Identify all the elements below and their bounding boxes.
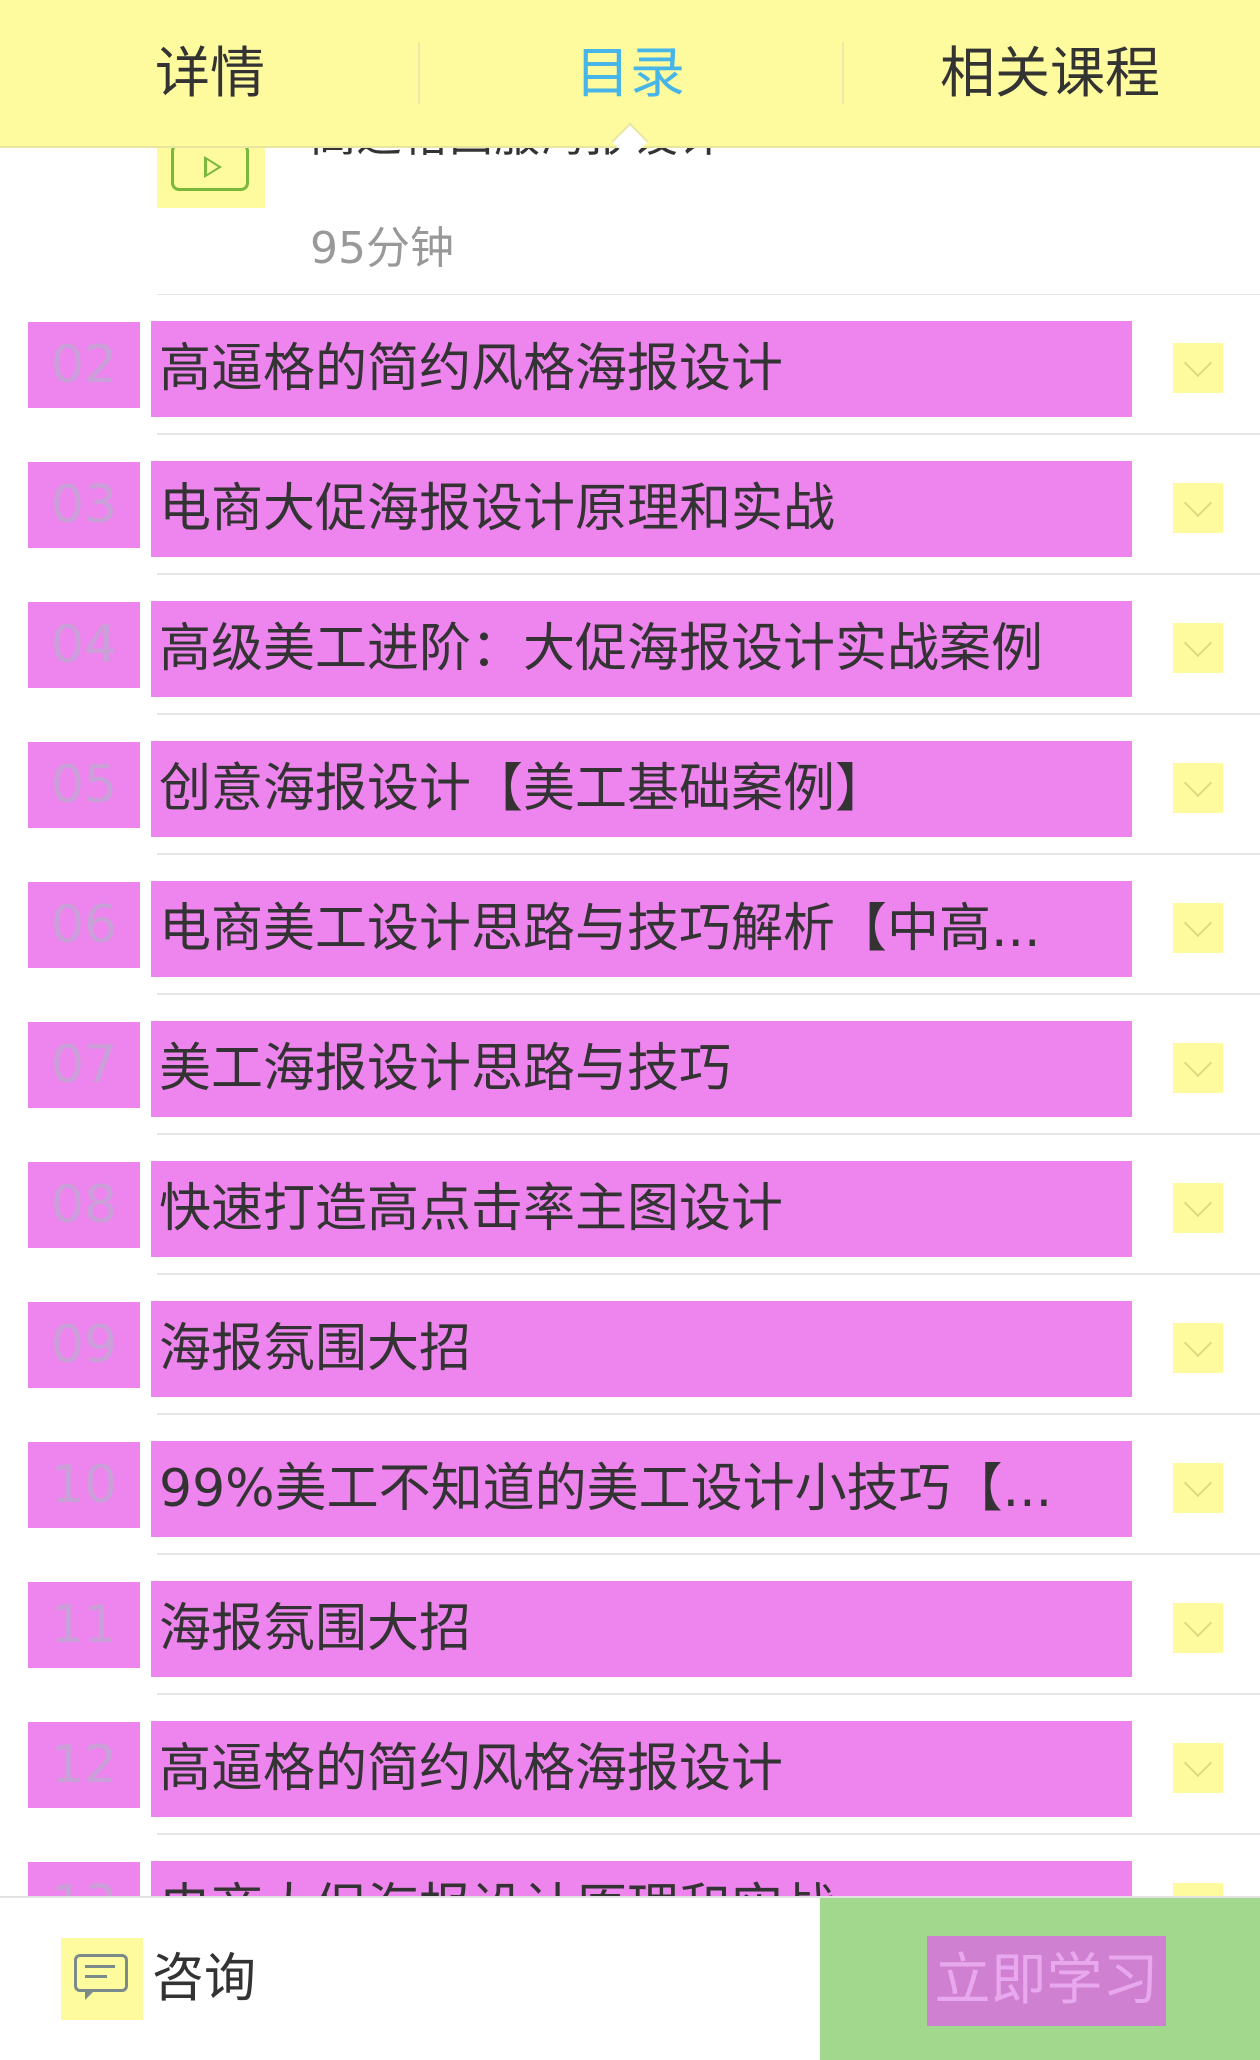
lesson-title: 创意海报设计【美工基础案例】 bbox=[151, 741, 1132, 837]
lesson-title: 高级美工进阶：大促海报设计实战案例 bbox=[151, 601, 1132, 697]
start-learning-button[interactable]: 立即学习 bbox=[820, 1898, 1260, 2060]
list-item[interactable]: 10 99%美工不知道的美工设计小技巧【... bbox=[0, 1415, 1260, 1555]
lesson-number: 06 bbox=[28, 882, 140, 968]
lesson-number: 09 bbox=[28, 1302, 140, 1388]
lesson-number: 12 bbox=[28, 1722, 140, 1808]
lesson-number: 10 bbox=[28, 1442, 140, 1528]
lesson-number: 03 bbox=[28, 462, 140, 548]
lesson-number: 05 bbox=[28, 742, 140, 828]
chat-bubble-icon[interactable] bbox=[61, 1938, 143, 2020]
lesson-number: 08 bbox=[28, 1162, 140, 1248]
tab-related-courses[interactable]: 相关课程 bbox=[840, 0, 1260, 146]
list-item[interactable]: 09 海报氛围大招 bbox=[0, 1275, 1260, 1415]
list-item[interactable]: 11 海报氛围大招 bbox=[0, 1555, 1260, 1695]
lesson-number: 04 bbox=[28, 602, 140, 688]
chevron-down-icon[interactable] bbox=[1173, 343, 1223, 393]
chevron-down-icon[interactable] bbox=[1173, 1603, 1223, 1653]
chevron-down-icon[interactable] bbox=[1173, 1183, 1223, 1233]
lesson-title: 海报氛围大招 bbox=[151, 1581, 1132, 1677]
chevron-down-icon[interactable] bbox=[1173, 1743, 1223, 1793]
list-item[interactable]: 07 美工海报设计思路与技巧 bbox=[0, 995, 1260, 1135]
chevron-down-icon[interactable] bbox=[1173, 623, 1223, 673]
tab-details[interactable]: 详情 bbox=[0, 0, 420, 146]
list-item[interactable]: 08 快速打造高点击率主图设计 bbox=[0, 1135, 1260, 1275]
lesson-title: 快速打造高点击率主图设计 bbox=[151, 1161, 1132, 1257]
lesson-number: 11 bbox=[28, 1582, 140, 1668]
chevron-down-icon[interactable] bbox=[1173, 903, 1223, 953]
start-learning-label: 立即学习 bbox=[927, 1936, 1166, 2026]
chevron-down-icon[interactable] bbox=[1173, 1043, 1223, 1093]
lesson-duration: 95分钟 bbox=[310, 223, 454, 274]
lesson-title: 高逼格的简约风格海报设计 bbox=[151, 1721, 1132, 1817]
lesson-number: 02 bbox=[28, 322, 140, 408]
lesson-title: 电商美工设计思路与技巧解析【中高... bbox=[151, 881, 1132, 977]
chevron-down-icon[interactable] bbox=[1173, 483, 1223, 533]
lesson-title: 海报氛围大招 bbox=[151, 1301, 1132, 1397]
lesson-list: 02 高逼格的简约风格海报设计 03 电商大促海报设计原理和实战 04 高级美工… bbox=[0, 295, 1260, 1975]
lesson-title: 99%美工不知道的美工设计小技巧【... bbox=[151, 1441, 1132, 1537]
list-item[interactable]: 05 创意海报设计【美工基础案例】 bbox=[0, 715, 1260, 855]
lesson-title: 高逼格的简约风格海报设计 bbox=[151, 321, 1132, 417]
lesson-number: 07 bbox=[28, 1022, 140, 1108]
list-item[interactable]: 06 电商美工设计思路与技巧解析【中高... bbox=[0, 855, 1260, 995]
list-item[interactable]: 04 高级美工进阶：大促海报设计实战案例 bbox=[0, 575, 1260, 715]
chevron-down-icon[interactable] bbox=[1173, 1323, 1223, 1373]
chevron-down-icon[interactable] bbox=[1173, 763, 1223, 813]
consult-button[interactable]: 咨询 bbox=[152, 1944, 256, 2014]
list-item[interactable]: 02 高逼格的简约风格海报设计 bbox=[0, 295, 1260, 435]
lesson-title: 电商大促海报设计原理和实战 bbox=[151, 461, 1132, 557]
bottom-action-bar: 咨询 立即学习 bbox=[0, 1896, 1260, 2060]
list-item[interactable]: 12 高逼格的简约风格海报设计 bbox=[0, 1695, 1260, 1835]
lesson-title: 美工海报设计思路与技巧 bbox=[151, 1021, 1132, 1117]
chevron-down-icon[interactable] bbox=[1173, 1463, 1223, 1513]
list-item[interactable]: 03 电商大促海报设计原理和实战 bbox=[0, 435, 1260, 575]
